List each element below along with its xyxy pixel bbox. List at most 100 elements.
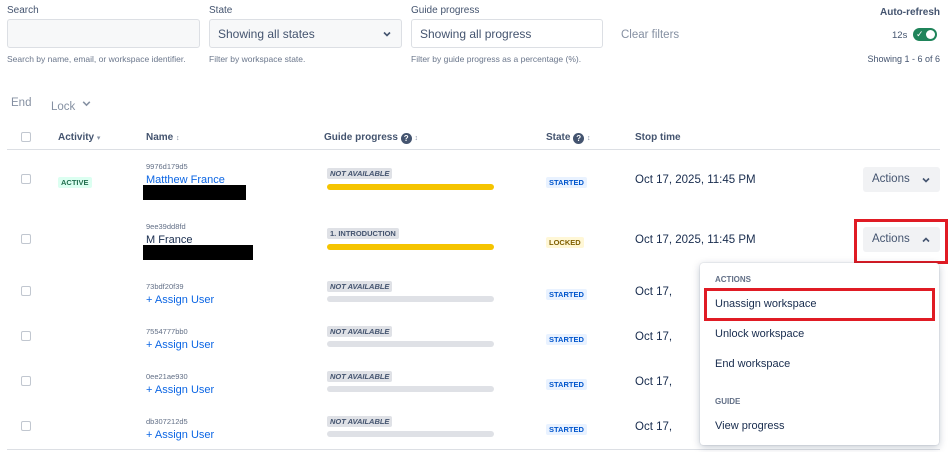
state-label: State [209,5,233,16]
stop-time: Oct 17, 2025, 11:45 PM [635,234,756,246]
actions-button[interactable]: Actions [863,227,940,252]
search-input[interactable] [7,19,200,48]
help-icon[interactable]: ? [573,133,585,144]
progress-badge: NOT AVAILABLE [327,168,393,179]
lock-label: Lock [51,101,76,113]
actions-label: Actions [872,173,910,185]
column-state[interactable]: State ? ↕ [546,132,591,144]
progress-bar [327,184,494,190]
progress-badge: 1. INTRODUCTION [327,228,399,239]
state-select[interactable]: Showing all states [209,19,402,48]
column-progress-label: Guide progress [324,132,398,143]
auto-refresh-toggle[interactable]: ✓ [913,28,937,41]
column-activity[interactable]: Activity ▾ [58,132,100,143]
progress-bar [327,296,494,302]
stop-time: Oct 17, [635,376,673,388]
progress-badge: NOT AVAILABLE [327,371,393,382]
row-checkbox[interactable] [21,376,31,386]
menu-item-end-label: End workspace [715,358,791,370]
column-stop-time[interactable]: Stop time [635,132,681,143]
redacted-email [143,245,253,260]
progress-input-value: Showing all progress [420,27,532,41]
highlight-box [704,288,935,321]
state-badge: STARTED [546,177,587,188]
workspace-id: 9ee39dd8fd [146,222,186,231]
progress-bar [327,431,494,437]
column-progress[interactable]: Guide progress ? ↕ [324,132,418,144]
row-checkbox[interactable] [21,331,31,341]
chevron-down-icon [922,177,930,183]
help-icon[interactable]: ? [400,133,412,144]
auto-refresh-label: Auto-refresh [879,7,940,18]
sort-icon: ↕ [587,135,591,142]
column-name-label: Name [146,132,174,143]
assign-user-link[interactable]: + Assign User [146,339,214,351]
workspace-id: 0ee21ae930 [146,372,188,381]
lock-dropdown[interactable]: Lock [51,97,91,115]
menu-item-view-progress-label: View progress [715,420,785,432]
select-all-checkbox[interactable] [21,132,31,142]
sort-desc-icon: ▾ [96,135,101,142]
progress-badge: NOT AVAILABLE [327,281,393,292]
redacted-email [143,185,246,200]
workspace-id: db307212d5 [146,417,188,426]
state-badge: STARTED [546,424,587,435]
state-help: Filter by workspace state. [209,54,306,64]
stop-time: Oct 17, 2025, 11:45 PM [635,174,756,186]
menu-item-view-progress[interactable]: View progress [700,411,939,441]
menu-section-guide: GUIDE [715,397,741,406]
row-checkbox[interactable] [21,421,31,431]
end-button[interactable]: End [11,97,31,109]
progress-bar [327,386,494,392]
stop-time: Oct 17, [635,286,673,298]
sort-icon: ↕ [176,135,180,142]
actions-label: Actions [872,233,910,245]
table-row: ACTIVE 9976d179d5 Matthew France NOT AVA… [0,150,951,208]
assign-user-link[interactable]: + Assign User [146,294,214,306]
progress-badge: NOT AVAILABLE [327,416,393,427]
progress-badge: NOT AVAILABLE [327,326,393,337]
clear-filters-button[interactable]: Clear filters [621,29,679,41]
showing-count: Showing 1 - 6 of 6 [867,54,940,64]
auto-refresh-interval: 12s [892,30,908,41]
progress-bar [327,341,494,347]
activity-badge: ACTIVE [58,177,92,188]
table-bottom-divider [7,449,940,450]
progress-label: Guide progress [411,5,480,16]
progress-bar [327,244,494,250]
workspace-id: 9976d179d5 [146,162,188,171]
row-checkbox[interactable] [21,234,31,244]
assign-user-link[interactable]: + Assign User [146,429,214,441]
search-help: Search by name, email, or workspace iden… [7,54,186,64]
stop-time: Oct 17, [635,421,673,433]
column-activity-label: Activity [58,132,95,143]
row-checkbox[interactable] [21,174,31,184]
actions-button[interactable]: Actions [863,167,940,192]
chevron-up-icon [922,237,930,243]
state-badge: STARTED [546,289,587,300]
table-row: 9ee39dd8fd M France 1. INTRODUCTION LOCK… [0,210,951,265]
assign-user-link[interactable]: + Assign User [146,384,214,396]
menu-item-unlock-label: Unlock workspace [715,328,805,340]
workspace-id: 73bdf20f39 [146,282,184,291]
menu-item-unlock[interactable]: Unlock workspace [700,319,939,349]
check-icon: ✓ [916,29,924,39]
chevron-down-icon [383,31,391,37]
menu-section-actions: ACTIONS [715,275,751,284]
column-name[interactable]: Name ↕ [146,132,180,143]
chevron-down-icon [82,101,91,107]
progress-help: Filter by guide progress as a percentage… [411,54,582,64]
progress-input[interactable]: Showing all progress [411,19,603,48]
state-badge: STARTED [546,379,587,390]
search-label: Search [7,5,39,16]
menu-item-end[interactable]: End workspace [700,349,939,379]
state-badge: STARTED [546,334,587,345]
stop-time: Oct 17, [635,331,673,343]
state-select-value: Showing all states [218,27,315,41]
state-badge: LOCKED [546,237,584,248]
toggle-knob [926,30,935,39]
sort-icon: ↕ [414,135,418,142]
column-state-label: State [546,132,571,143]
workspace-id: 7554777bb0 [146,327,188,336]
row-checkbox[interactable] [21,286,31,296]
